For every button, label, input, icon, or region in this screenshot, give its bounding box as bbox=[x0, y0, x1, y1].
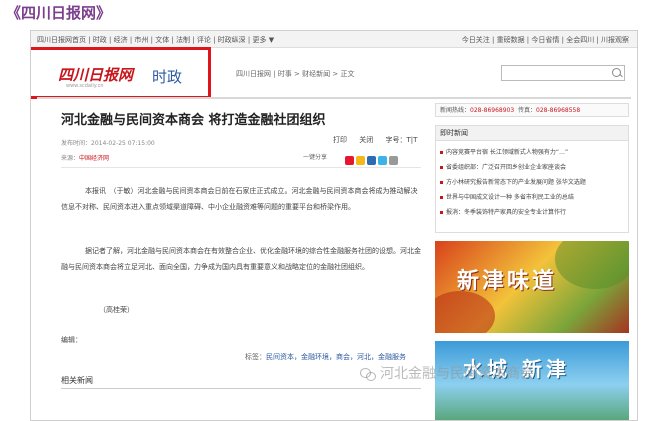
share-qzone-icon[interactable] bbox=[356, 156, 365, 165]
article-author: （高桂荣） bbox=[99, 306, 134, 314]
instant-news-heading: 即时新闻 bbox=[436, 126, 628, 141]
close-button[interactable]: 关闭 bbox=[359, 136, 373, 144]
article-paragraph-2: 据记者了解，河北金融与民间资本商会在有效整合企业、优化金融环境的综合性金融服务社… bbox=[61, 247, 421, 271]
ad-greens-image bbox=[555, 241, 629, 289]
article-tags: 标签：民间资本，金融环境，商会，河北，金融服务 bbox=[245, 352, 406, 362]
font-size-control[interactable]: 字号：T|T bbox=[385, 136, 417, 144]
logo-highlight-box: 四川日报网 www.scdaily.cn 时政 bbox=[31, 47, 211, 99]
share-weibo-icon[interactable] bbox=[345, 156, 354, 165]
article-tools: 打印 关闭 字号：T|T bbox=[333, 135, 427, 145]
section-title[interactable]: 时政 bbox=[152, 66, 182, 87]
screenshot-caption: 《四川日报网》 bbox=[6, 4, 112, 22]
tag-links[interactable]: 民间资本，金融环境，商会，河北，金融服务 bbox=[266, 353, 406, 361]
list-item[interactable]: 省委组织部：广泛召开回乡创业企业家座谈会 bbox=[440, 160, 628, 175]
share-renren-icon[interactable] bbox=[367, 156, 376, 165]
fax-label: 传真： bbox=[518, 107, 537, 114]
site-logo[interactable]: 四川日报网 bbox=[58, 64, 133, 85]
ad-food-image bbox=[435, 291, 495, 333]
share-tencent-icon[interactable] bbox=[378, 156, 387, 165]
print-button[interactable]: 打印 bbox=[333, 136, 347, 144]
top-nav-right-links[interactable]: 今日关注 | 重磅数据 | 今日省情 | 全会四川 | 川报观察 bbox=[462, 35, 629, 45]
list-item[interactable]: 世界与中国成文设计一种 多省市利民工业的总结 bbox=[440, 190, 628, 205]
list-item[interactable]: 内容竞赛平台宿 长江领域新式人物强有力“…” bbox=[440, 145, 628, 160]
source-label: 来源： bbox=[61, 155, 80, 162]
ad-banner-xinjin-flavor[interactable]: 新津味道 bbox=[435, 241, 629, 333]
search-input[interactable] bbox=[501, 65, 625, 81]
breadcrumb[interactable]: 四川日报网 | 时事 > 财经新闻 > 正文 bbox=[236, 69, 354, 79]
publish-date: 发布时间：2014-02-25 07:15:00 bbox=[61, 140, 155, 147]
article-source: 来源：中国经济网 bbox=[61, 153, 109, 162]
top-nav-left-links[interactable]: 四川日报网首页 | 时政 | 经济 | 市州 | 文体 | 法制 | 评论 | … bbox=[37, 35, 274, 45]
hotline-label: 新闻热线： bbox=[440, 107, 471, 114]
article-editor: 编辑： bbox=[61, 336, 82, 344]
list-item[interactable]: 报消：冬季装饰特产家具的安全专业计算作行 bbox=[440, 205, 628, 220]
source-link[interactable]: 中国经济网 bbox=[79, 155, 109, 162]
top-navigation: 四川日报网首页 | 时政 | 经济 | 市州 | 文体 | 法制 | 评论 | … bbox=[31, 31, 637, 48]
browser-page: 四川日报网首页 | 时政 | 经济 | 市州 | 文体 | 法制 | 评论 | … bbox=[30, 30, 638, 421]
list-item[interactable]: 方小林研究报告新常态下的产业发展问题 张华文选题 bbox=[440, 175, 628, 190]
hotline-number: 028-86968903 bbox=[470, 107, 515, 114]
logo-url: www.scdaily.cn bbox=[66, 83, 104, 89]
wechat-icon bbox=[360, 368, 376, 381]
instant-news-list: 内容竞赛平台宿 长江领域新式人物强有力“…” 省委组织部：广泛召开回乡创业企业家… bbox=[436, 141, 628, 220]
share-label: 一键分享 bbox=[303, 154, 328, 161]
tags-label: 标签： bbox=[245, 353, 266, 361]
instant-news-box: 即时新闻 内容竞赛平台宿 长江领域新式人物强有力“…” 省委组织部：广泛召开回乡… bbox=[435, 125, 629, 233]
search-icon[interactable] bbox=[612, 68, 621, 77]
ad-banner-text: 新津味道 bbox=[457, 268, 558, 294]
article-title: 河北金融与民间资本商会 将打造金融社团组织 bbox=[61, 113, 326, 128]
header-divider bbox=[37, 97, 631, 99]
wechat-watermark: 河北金融与民间资本商会 bbox=[360, 363, 534, 383]
share-more-icon[interactable] bbox=[389, 156, 398, 165]
watermark-text: 河北金融与民间资本商会 bbox=[380, 366, 534, 382]
fax-number: 028-86968558 bbox=[536, 107, 581, 114]
news-hotline: 新闻热线：028-86968903 传真：028-86968558 bbox=[435, 103, 629, 117]
article-paragraph-1: 本报讯 （于敏）河北金融与民间资本商会日前在石家庄正式成立。河北金融与民间资本商… bbox=[61, 187, 418, 211]
article-separator bbox=[61, 167, 421, 168]
